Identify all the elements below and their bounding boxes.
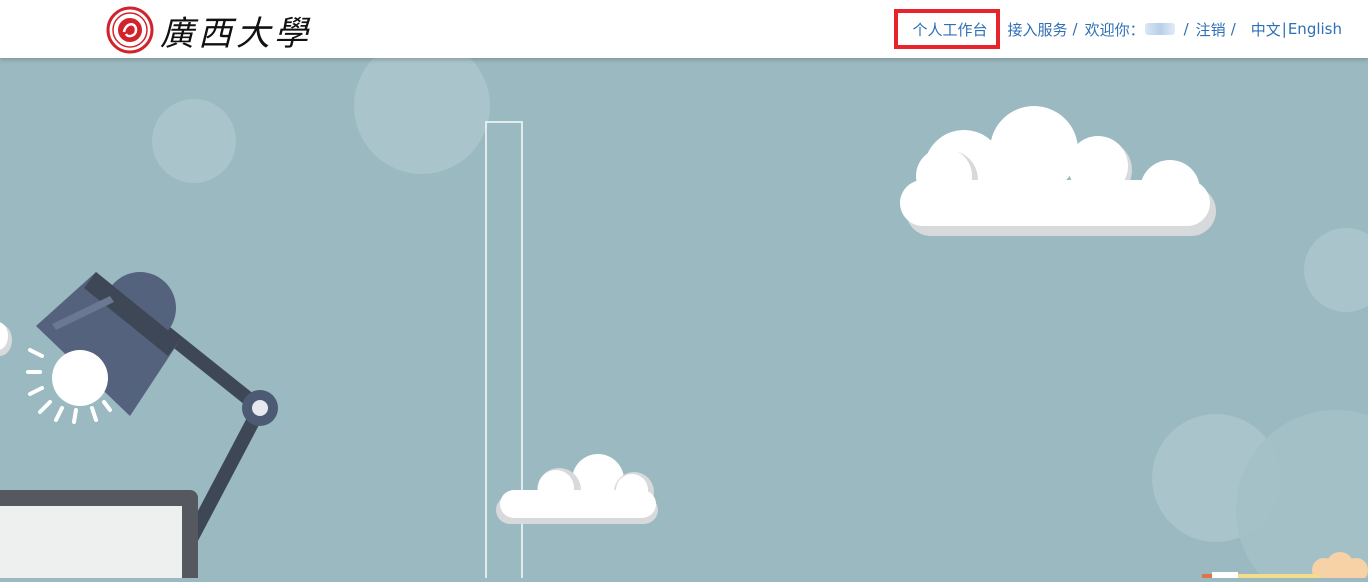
top-header: 廣西大學 个人工作台 接入服务 / 欢迎你： / 注销 / 中文 | Engli…	[0, 0, 1368, 58]
cloud-icon	[496, 454, 658, 524]
university-name: 廣西大學	[160, 13, 312, 54]
logout-link[interactable]: 注销	[1196, 19, 1226, 40]
hero-illustration	[0, 0, 1368, 582]
lang-zh-link[interactable]: 中文	[1251, 19, 1281, 40]
university-logo[interactable]: 廣西大學	[106, 6, 312, 54]
nav-separator: /	[1230, 20, 1236, 38]
username-redacted	[1144, 23, 1175, 35]
monitor-illustration	[0, 490, 198, 582]
workspace-link[interactable]: 个人工作台	[913, 19, 988, 40]
cloud-icon	[900, 106, 1216, 236]
nav-separator: /	[1072, 20, 1078, 38]
lang-divider: |	[1281, 20, 1287, 38]
access-service-link[interactable]: 接入服务	[1008, 19, 1068, 40]
bubble-decoration	[1304, 228, 1368, 312]
lang-en-link[interactable]: English	[1288, 20, 1342, 38]
bubble-decoration	[152, 99, 236, 183]
nav-separator: /	[1183, 20, 1189, 38]
university-seal-icon	[106, 6, 154, 54]
cloud-icon	[0, 322, 12, 356]
top-nav: 个人工作台 接入服务 / 欢迎你： / 注销 / 中文 | English	[893, 0, 1342, 58]
workspace-highlight: 个人工作台	[893, 9, 1000, 49]
welcome-text: 欢迎你：	[1084, 20, 1145, 39]
bubble-decoration	[354, 38, 490, 174]
